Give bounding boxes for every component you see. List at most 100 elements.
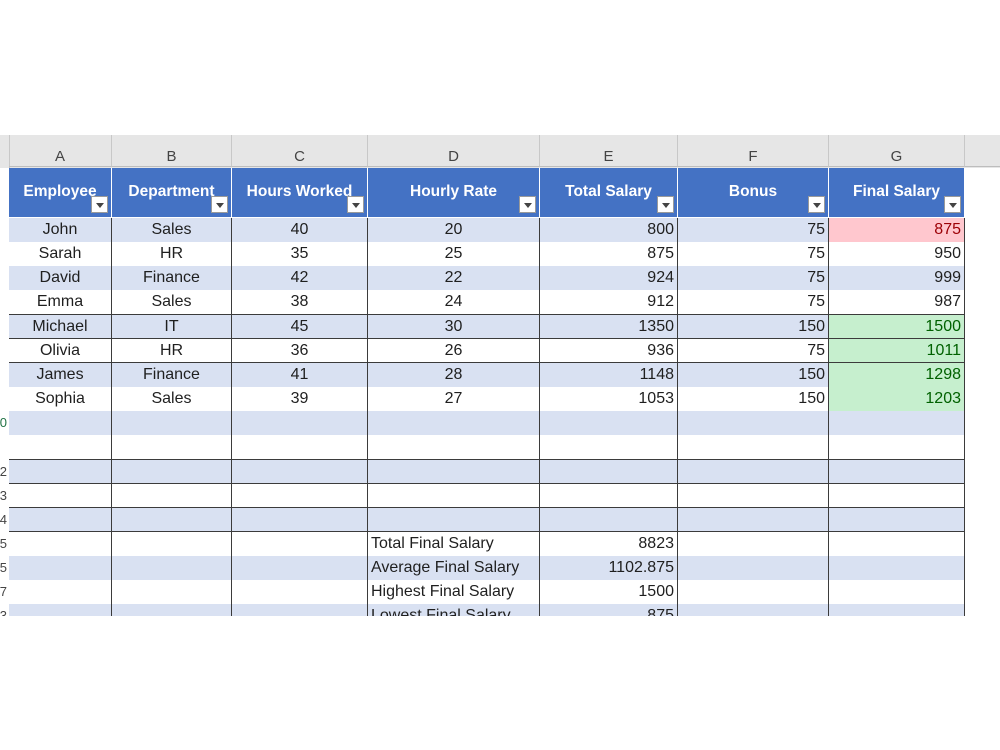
cell-bonus[interactable]: 75 [678, 266, 829, 291]
cell[interactable] [112, 531, 232, 557]
cell-employee[interactable]: Olivia [9, 338, 112, 364]
cell[interactable] [368, 507, 540, 533]
cell-department[interactable]: HR [112, 242, 232, 267]
cell[interactable] [540, 411, 678, 436]
column-header-g[interactable]: G [829, 135, 965, 167]
row-number[interactable]: 3 [0, 488, 7, 503]
cell-final-salary[interactable]: 1203 [829, 387, 965, 412]
header-bonus[interactable]: Bonus [678, 168, 829, 218]
cell-total-salary[interactable]: 800 [540, 218, 678, 243]
cell-hourly-rate[interactable]: 20 [368, 218, 540, 243]
cell-employee[interactable]: David [9, 266, 112, 291]
cell[interactable] [678, 459, 829, 485]
cell[interactable] [112, 411, 232, 436]
filter-dropdown-icon[interactable] [91, 196, 108, 213]
cell[interactable] [9, 411, 112, 436]
cell-employee[interactable]: Michael [9, 314, 112, 340]
summary-label[interactable]: Highest Final Salary [368, 580, 540, 605]
cell[interactable] [232, 604, 368, 616]
cell-department[interactable]: Sales [112, 290, 232, 316]
column-header-a[interactable]: A [9, 135, 112, 167]
summary-label[interactable]: Total Final Salary [368, 531, 540, 557]
cell[interactable] [112, 507, 232, 533]
cell-final-salary[interactable]: 987 [829, 290, 965, 316]
cell-department[interactable]: Sales [112, 387, 232, 412]
cell[interactable] [232, 556, 368, 581]
filter-dropdown-icon[interactable] [519, 196, 536, 213]
cell-bonus[interactable]: 75 [678, 242, 829, 267]
filter-dropdown-icon[interactable] [808, 196, 825, 213]
cell[interactable] [829, 483, 965, 509]
cell[interactable] [678, 507, 829, 533]
summary-value[interactable]: 875 [540, 604, 678, 616]
cell[interactable] [540, 483, 678, 509]
header-hourly-rate[interactable]: Hourly Rate [368, 168, 540, 218]
cell-hourly-rate[interactable]: 22 [368, 266, 540, 291]
cell-department[interactable]: Sales [112, 218, 232, 243]
summary-label[interactable]: Lowest Final Salary [368, 604, 540, 616]
cell-department[interactable]: Finance [112, 362, 232, 388]
cell[interactable] [368, 459, 540, 485]
cell-total-salary[interactable]: 1350 [540, 314, 678, 340]
cell-final-salary[interactable]: 1500 [829, 314, 965, 340]
header-final-salary[interactable]: Final Salary [829, 168, 965, 218]
cell-final-salary[interactable]: 999 [829, 266, 965, 291]
cell[interactable] [829, 411, 965, 436]
cell-hourly-rate[interactable]: 28 [368, 362, 540, 388]
cell[interactable] [112, 580, 232, 605]
cell-final-salary[interactable]: 1298 [829, 362, 965, 388]
cell[interactable] [232, 411, 368, 436]
cell-hours-worked[interactable]: 39 [232, 387, 368, 412]
row-number[interactable]: 4 [0, 512, 7, 527]
row-number[interactable]: 5 [0, 536, 7, 551]
column-header-c[interactable]: C [232, 135, 368, 167]
cell-hourly-rate[interactable]: 25 [368, 242, 540, 267]
cell[interactable] [678, 556, 829, 581]
header-total-salary[interactable]: Total Salary [540, 168, 678, 218]
cell[interactable] [678, 531, 829, 557]
cell-hourly-rate[interactable]: 26 [368, 338, 540, 364]
cell-hourly-rate[interactable]: 24 [368, 290, 540, 316]
cell-bonus[interactable]: 75 [678, 218, 829, 243]
cell-final-salary[interactable]: 875 [829, 218, 965, 243]
summary-value[interactable]: 8823 [540, 531, 678, 557]
header-department[interactable]: Department [112, 168, 232, 218]
row-number[interactable]: 0 [0, 415, 7, 430]
column-header-e[interactable]: E [540, 135, 678, 167]
cell-hours-worked[interactable]: 36 [232, 338, 368, 364]
cell[interactable] [829, 435, 965, 460]
cell-total-salary[interactable]: 912 [540, 290, 678, 316]
cell-employee[interactable]: Emma [9, 290, 112, 316]
cell-department[interactable]: IT [112, 314, 232, 340]
cell-employee[interactable]: James [9, 362, 112, 388]
cell[interactable] [829, 580, 965, 605]
summary-value[interactable]: 1102.875 [540, 556, 678, 581]
cell[interactable] [232, 483, 368, 509]
summary-label[interactable]: Average Final Salary [368, 556, 540, 581]
cell-hours-worked[interactable]: 35 [232, 242, 368, 267]
cell-hourly-rate[interactable]: 27 [368, 387, 540, 412]
cell-bonus[interactable]: 150 [678, 314, 829, 340]
filter-dropdown-icon[interactable] [211, 196, 228, 213]
cell[interactable] [540, 459, 678, 485]
cell[interactable] [368, 435, 540, 460]
row-number[interactable]: 5 [0, 560, 7, 575]
cell[interactable] [678, 435, 829, 460]
cell-hours-worked[interactable]: 38 [232, 290, 368, 316]
cell[interactable] [9, 507, 112, 533]
cell-total-salary[interactable]: 1053 [540, 387, 678, 412]
header-hours-worked[interactable]: Hours Worked [232, 168, 368, 218]
cell[interactable] [112, 604, 232, 616]
filter-dropdown-icon[interactable] [347, 196, 364, 213]
cell[interactable] [112, 556, 232, 581]
cell[interactable] [112, 435, 232, 460]
cell[interactable] [540, 507, 678, 533]
cell-employee[interactable]: John [9, 218, 112, 243]
cell[interactable] [9, 531, 112, 557]
cell[interactable] [9, 483, 112, 509]
filter-dropdown-icon[interactable] [944, 196, 961, 213]
cell[interactable] [232, 435, 368, 460]
filter-dropdown-icon[interactable] [657, 196, 674, 213]
cell-hours-worked[interactable]: 41 [232, 362, 368, 388]
cell-bonus[interactable]: 75 [678, 290, 829, 316]
